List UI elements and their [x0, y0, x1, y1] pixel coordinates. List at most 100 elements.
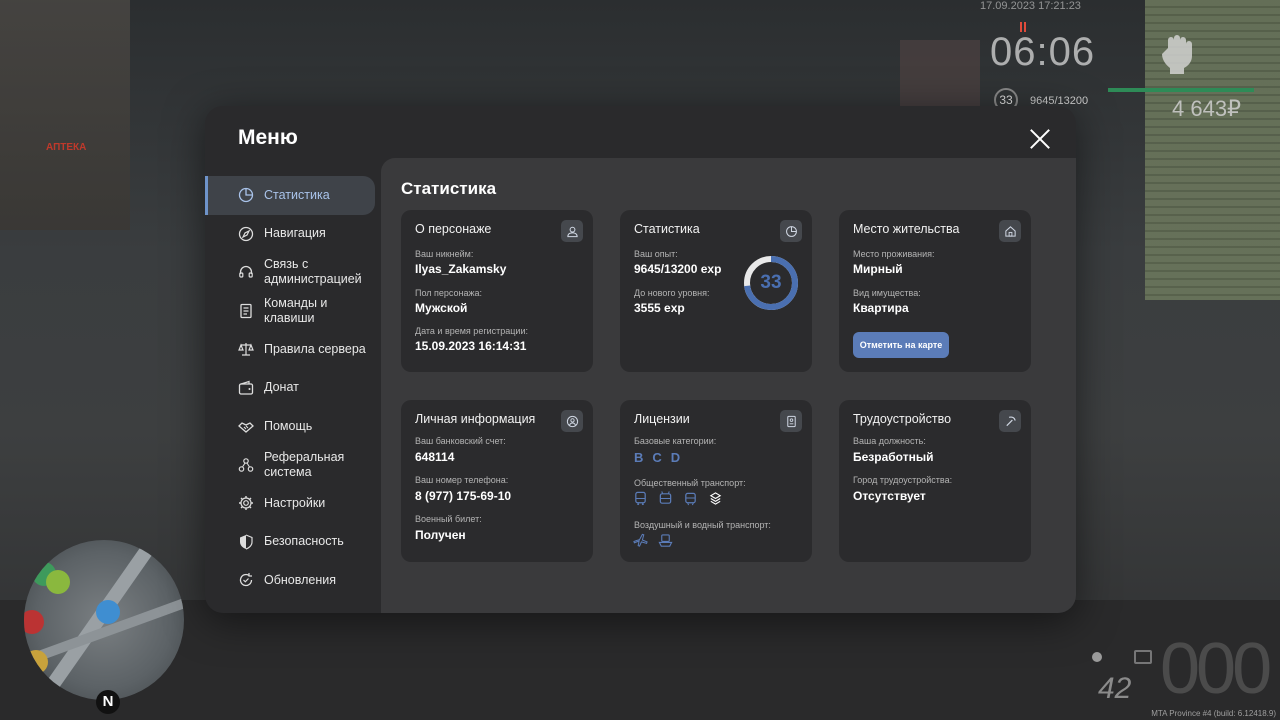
- scales-icon: [238, 341, 254, 357]
- nickname-label: Ваш никнейм:: [415, 249, 474, 259]
- wallet-icon: [238, 380, 254, 396]
- nickname-value: Ilyas_Zakamsky: [415, 262, 507, 276]
- nav-item-referral[interactable]: Реферальная система: [205, 446, 381, 485]
- build-info: MTA Province #4 (build: 6.12418.9): [1151, 709, 1276, 718]
- mark-on-map-button[interactable]: Отметить на карте: [853, 332, 949, 358]
- registration-label: Дата и время регистрации:: [415, 326, 528, 336]
- base-categories-label: Базовые категории:: [634, 436, 717, 446]
- exp-label: Ваш опыт:: [634, 249, 678, 259]
- background-building: [0, 0, 130, 230]
- card-residence: Место жительства Место проживания: Мирны…: [839, 210, 1031, 372]
- home-icon: [999, 220, 1021, 242]
- place-value: Мирный: [853, 262, 903, 276]
- nav-item-navigation[interactable]: Навигация: [205, 215, 381, 254]
- place-label: Место проживания:: [853, 249, 935, 259]
- pie-chart-icon: [780, 220, 802, 242]
- road: [0, 600, 1280, 720]
- shield-icon: [238, 534, 254, 550]
- license-icon: [780, 410, 802, 432]
- gear-icon: [238, 495, 254, 511]
- hud-money: 4 643₽: [1172, 96, 1242, 121]
- network-icon: [238, 457, 254, 473]
- card-employment: Трудоустройство Ваша должность: Безработ…: [839, 400, 1031, 562]
- base-categories: B C D: [634, 450, 680, 465]
- nav-item-rules[interactable]: Правила сервера: [205, 330, 381, 369]
- bank-account-label: Ваш банковский счет:: [415, 436, 506, 446]
- bus-icon: [96, 600, 120, 624]
- sidebar: Статистика Навигация Связь с администрац…: [205, 176, 381, 600]
- position-label: Ваша должность:: [853, 436, 926, 446]
- card-personal-info: Личная информация Ваш банковский счет: 6…: [401, 400, 593, 562]
- hud-date: 17.09.2023 17:21:23: [980, 0, 1081, 12]
- fist-icon: [1162, 35, 1192, 74]
- engine-icon: [1134, 650, 1152, 664]
- card-statistics: Статистика Ваш опыт: 9645/13200 exp До н…: [620, 210, 812, 372]
- content-panel: Статистика О персонаже Ваш никнейм: Ilya…: [381, 158, 1076, 613]
- hud-time: 06:06: [990, 30, 1096, 74]
- exp-value: 9645/13200 exp: [634, 262, 722, 276]
- trolleybus-icon: [657, 490, 673, 506]
- shop-icon: [24, 650, 48, 674]
- background-church: [900, 40, 980, 110]
- work-city-value: Отсутствует: [853, 489, 926, 503]
- next-level-label: До нового уровня:: [634, 288, 710, 298]
- nav-item-settings[interactable]: Настройки: [205, 484, 381, 523]
- public-transport-icons: [632, 490, 723, 506]
- hospital-icon: [24, 610, 44, 634]
- nav-item-help[interactable]: Помощь: [205, 407, 381, 446]
- bank-account-value: 648114: [415, 450, 455, 464]
- card-licenses: Лицензии Базовые категории: B C D Общест…: [620, 400, 812, 562]
- work-city-label: Город трудоустройства:: [853, 475, 953, 485]
- user-circle-icon: [561, 410, 583, 432]
- close-button[interactable]: [1029, 128, 1051, 150]
- compass-icon: [238, 226, 254, 242]
- public-transport-label: Общественный транспорт:: [634, 478, 746, 488]
- property-label: Вид имущества:: [853, 288, 921, 298]
- content-title: Статистика: [401, 179, 497, 198]
- taxi-icon: [707, 490, 723, 506]
- north-indicator: N: [96, 690, 120, 714]
- boat-icon: [657, 532, 673, 548]
- phone-value: 8 (977) 175-69-10: [415, 489, 512, 503]
- target-icon: [46, 570, 70, 594]
- tram-icon: [682, 490, 698, 506]
- phone-label: Ваш номер телефона:: [415, 475, 509, 485]
- card-title: Место жительства: [853, 222, 960, 236]
- menu-title: Меню: [238, 126, 298, 149]
- nav-item-updates[interactable]: Обновления: [205, 561, 381, 600]
- category-d: D: [670, 450, 681, 465]
- fuel-level: 42: [1098, 672, 1132, 705]
- air-water-transport-label: Воздушный и водный транспорт:: [634, 520, 771, 530]
- refresh-icon: [238, 572, 254, 588]
- nav-item-security[interactable]: Безопасность: [205, 523, 381, 562]
- level-value: 33: [760, 272, 782, 293]
- speedometer: 000: [1160, 629, 1272, 709]
- user-icon: [561, 220, 583, 242]
- gender-value: Мужской: [415, 301, 468, 315]
- nav-item-contact-admin[interactable]: Связь с администрацией: [205, 253, 381, 292]
- bus-icon: [632, 490, 648, 506]
- registration-value: 15.09.2023 16:14:31: [415, 339, 527, 353]
- category-b: B: [634, 450, 644, 465]
- next-level-value: 3555 exp: [634, 301, 685, 315]
- pickaxe-icon: [999, 410, 1021, 432]
- card-title: Лицензии: [634, 412, 690, 426]
- pharmacy-sign: АПТЕКА: [46, 142, 87, 153]
- indicator-icon: [1092, 652, 1102, 662]
- nav-item-commands[interactable]: Команды и клавиши: [205, 292, 381, 331]
- military-id-label: Военный билет:: [415, 514, 482, 524]
- military-id-value: Получен: [415, 528, 466, 542]
- nav-item-statistics[interactable]: Статистика: [205, 176, 375, 215]
- card-title: Личная информация: [415, 412, 536, 426]
- nav-item-donate[interactable]: Донат: [205, 369, 381, 408]
- menu-modal: Меню Статистика Навигация Связь с админи…: [205, 106, 1076, 613]
- minimap: [24, 540, 184, 700]
- card-title: О персонаже: [415, 222, 492, 236]
- document-icon: [238, 303, 254, 319]
- handshake-icon: [238, 418, 254, 434]
- pie-chart-icon: [238, 187, 254, 203]
- gender-label: Пол персонажа:: [415, 288, 483, 298]
- airplane-icon: [632, 532, 648, 548]
- health-bar: [1108, 88, 1254, 92]
- category-c: C: [652, 450, 662, 465]
